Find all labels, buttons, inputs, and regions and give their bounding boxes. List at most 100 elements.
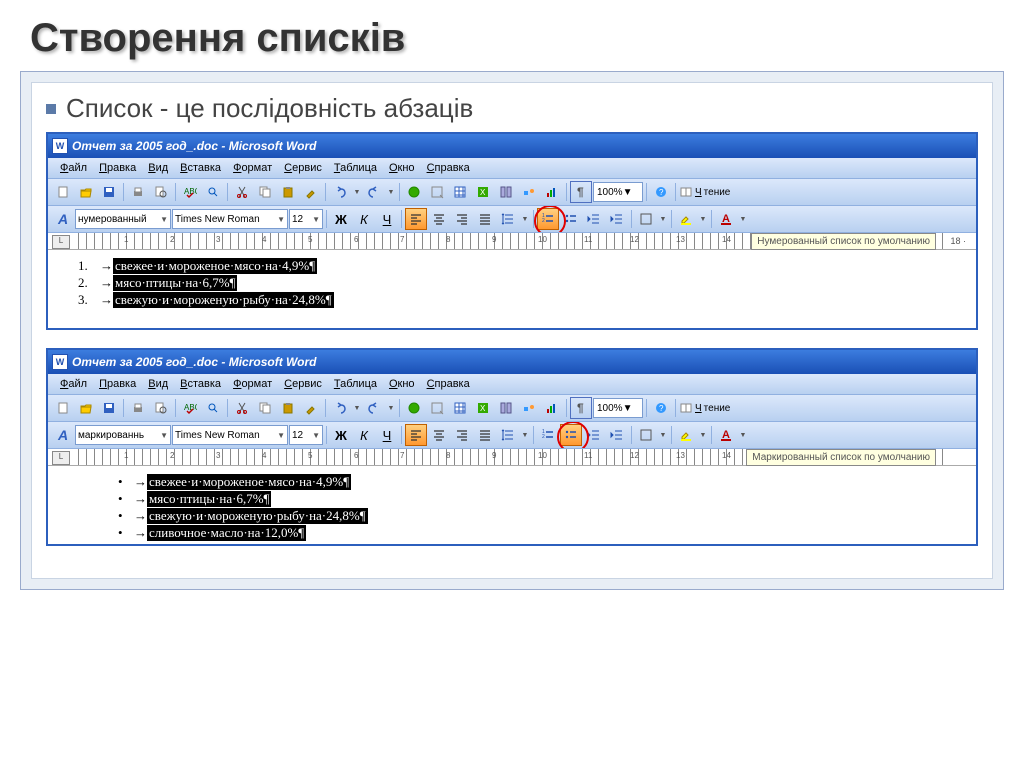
undo-button[interactable] (329, 181, 351, 203)
align-right-button[interactable] (451, 424, 473, 446)
align-justify-button[interactable] (474, 208, 496, 230)
line-spacing-button[interactable] (497, 424, 519, 446)
paste-button[interactable] (277, 397, 299, 419)
style-combo[interactable]: маркированнь▼ (75, 425, 171, 445)
borders-button[interactable] (635, 208, 657, 230)
font-combo[interactable]: Times New Roman▼ (172, 425, 288, 445)
menu-вид[interactable]: Вид (142, 376, 174, 392)
menu-файл[interactable]: Файл (54, 160, 93, 176)
dropdown-arrow[interactable]: ▼ (352, 398, 362, 418)
research-button[interactable] (202, 397, 224, 419)
document-area[interactable]: 1.→свежее·и·мороженое·мясо·на·4,9%¶2.→мя… (48, 250, 976, 328)
dropdown-arrow[interactable]: ▼ (738, 209, 748, 229)
font-color-button[interactable]: A (715, 424, 737, 446)
bold-button[interactable]: Ж (330, 424, 352, 446)
dropdown-arrow[interactable]: ▼ (698, 209, 708, 229)
menu-таблица[interactable]: Таблица (328, 376, 383, 392)
save-button[interactable] (98, 181, 120, 203)
ruler[interactable]: L 1234567891011121314151617 Маркированны… (48, 449, 976, 466)
copy-button[interactable] (254, 181, 276, 203)
highlight-button[interactable] (675, 424, 697, 446)
copy-button[interactable] (254, 397, 276, 419)
increase-indent-button[interactable] (606, 424, 628, 446)
menu-вставка[interactable]: Вставка (174, 376, 227, 392)
zoom-combo[interactable]: 100%▼ (593, 398, 643, 418)
print-button[interactable] (127, 181, 149, 203)
increase-indent-button[interactable] (606, 208, 628, 230)
insert-excel-button[interactable]: X (472, 181, 494, 203)
ruler[interactable]: L 1234567891011121314151617 Нумерованный… (48, 233, 976, 250)
underline-button[interactable]: Ч (376, 424, 398, 446)
dropdown-arrow[interactable]: ▼ (658, 209, 668, 229)
dropdown-arrow[interactable]: ▼ (352, 182, 362, 202)
new-doc-button[interactable] (52, 397, 74, 419)
open-button[interactable] (75, 397, 97, 419)
redo-button[interactable] (363, 181, 385, 203)
ruler-tab-selector[interactable]: L (52, 235, 70, 249)
styles-pane-button[interactable]: A (52, 208, 74, 230)
numbered-list-button[interactable]: 12 (537, 424, 559, 446)
research-button[interactable] (202, 181, 224, 203)
hyperlink-button[interactable] (403, 397, 425, 419)
print-button[interactable] (127, 397, 149, 419)
bold-button[interactable]: Ж (330, 208, 352, 230)
insert-excel-button[interactable]: X (472, 397, 494, 419)
open-button[interactable] (75, 181, 97, 203)
dropdown-arrow[interactable]: ▼ (738, 425, 748, 445)
reading-mode-button[interactable]: Чтение (679, 185, 730, 199)
format-painter-button[interactable] (300, 397, 322, 419)
menu-сервис[interactable]: Сервис (278, 376, 328, 392)
hyperlink-button[interactable] (403, 181, 425, 203)
new-doc-button[interactable] (52, 181, 74, 203)
highlight-button[interactable] (675, 208, 697, 230)
menu-сервис[interactable]: Сервис (278, 160, 328, 176)
align-left-button[interactable] (405, 424, 427, 446)
decrease-indent-button[interactable] (583, 208, 605, 230)
italic-button[interactable]: К (353, 424, 375, 446)
style-combo[interactable]: нумерованный▼ (75, 209, 171, 229)
menu-окно[interactable]: Окно (383, 376, 421, 392)
align-right-button[interactable] (451, 208, 473, 230)
cut-button[interactable] (231, 181, 253, 203)
format-painter-button[interactable] (300, 181, 322, 203)
cut-button[interactable] (231, 397, 253, 419)
borders-button[interactable] (635, 424, 657, 446)
menu-файл[interactable]: Файл (54, 376, 93, 392)
insert-table-button[interactable] (449, 397, 471, 419)
font-combo[interactable]: Times New Roman▼ (172, 209, 288, 229)
dropdown-arrow[interactable]: ▼ (698, 425, 708, 445)
bulleted-list-button[interactable] (560, 208, 582, 230)
columns-button[interactable] (495, 397, 517, 419)
show-marks-button[interactable]: ¶ (570, 181, 592, 203)
spellcheck-button[interactable]: ABC (179, 397, 201, 419)
menu-вид[interactable]: Вид (142, 160, 174, 176)
preview-button[interactable] (150, 181, 172, 203)
insert-table-button[interactable] (449, 181, 471, 203)
line-spacing-button[interactable] (497, 208, 519, 230)
redo-button[interactable] (363, 397, 385, 419)
align-left-button[interactable] (405, 208, 427, 230)
font-size-combo[interactable]: 12▼ (289, 209, 323, 229)
decrease-indent-button[interactable] (583, 424, 605, 446)
dropdown-arrow[interactable]: ▼ (520, 425, 530, 445)
tables-borders-button[interactable] (426, 397, 448, 419)
drawing-button[interactable] (518, 181, 540, 203)
save-button[interactable] (98, 397, 120, 419)
drawing-button[interactable] (518, 397, 540, 419)
dropdown-arrow[interactable]: ▼ (658, 425, 668, 445)
menu-правка[interactable]: Правка (93, 376, 142, 392)
italic-button[interactable]: К (353, 208, 375, 230)
numbered-list-button[interactable]: 12 (537, 208, 559, 230)
align-center-button[interactable] (428, 424, 450, 446)
undo-button[interactable] (329, 397, 351, 419)
preview-button[interactable] (150, 397, 172, 419)
chart-button[interactable] (541, 397, 563, 419)
spellcheck-button[interactable]: ABC (179, 181, 201, 203)
font-color-button[interactable]: A (715, 208, 737, 230)
reading-mode-button[interactable]: Чтение (679, 401, 730, 415)
zoom-combo[interactable]: 100%▼ (593, 182, 643, 202)
paste-button[interactable] (277, 181, 299, 203)
align-center-button[interactable] (428, 208, 450, 230)
styles-pane-button[interactable]: A (52, 424, 74, 446)
font-size-combo[interactable]: 12▼ (289, 425, 323, 445)
